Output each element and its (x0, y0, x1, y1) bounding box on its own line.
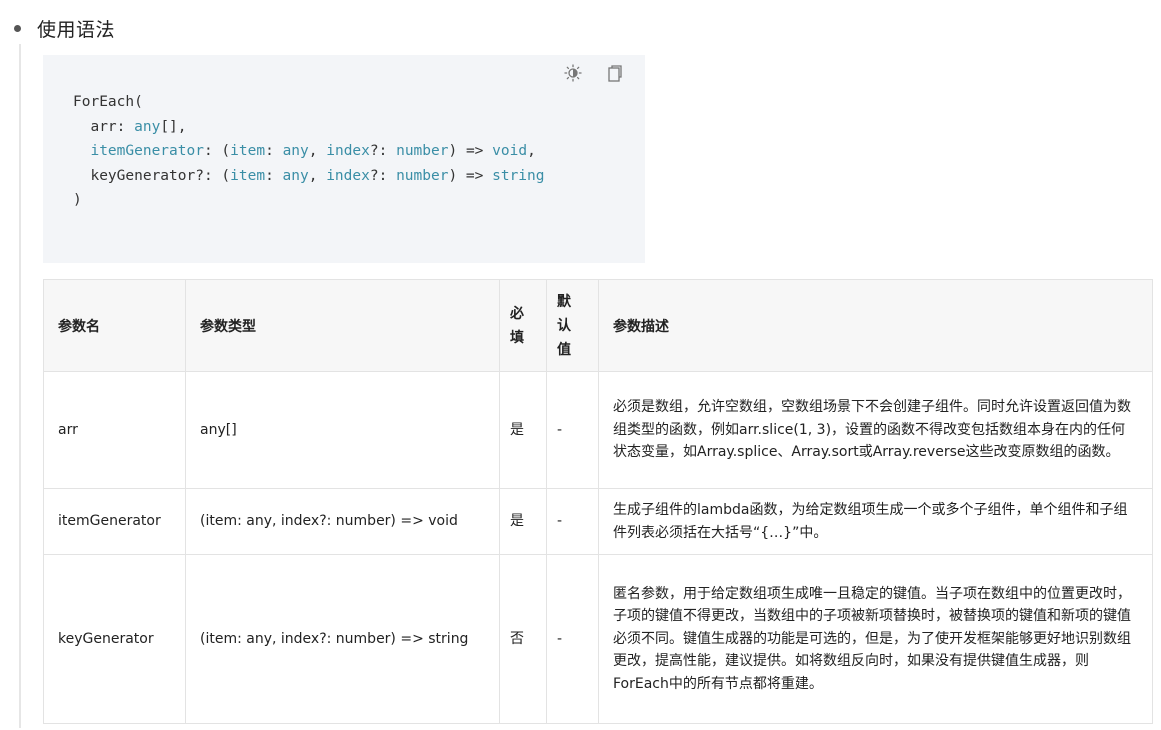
code-token-keyword: any (282, 167, 309, 184)
code-token: , (308, 167, 327, 184)
parameter-table: 参数名 参数类型 必 填 默 认 值 参数描述 arr any[] 是 - 必须… (43, 279, 1153, 724)
cell-param-name: arr (43, 371, 186, 489)
code-token-keyword: any (134, 118, 161, 135)
header-required-char-1: 必 (510, 305, 524, 322)
code-token-keyword: number (396, 143, 449, 159)
header-description: 参数描述 (598, 279, 1153, 372)
code-line: keyGenerator?: (item: any, index?: numbe… (73, 167, 545, 184)
header-required-char-2: 填 (510, 329, 524, 346)
header-default-char-2: 认 (557, 317, 571, 334)
code-block: ForEach( arr: any[], itemGenerator: (ite… (43, 55, 645, 263)
cell-param-name: itemGenerator (43, 488, 186, 555)
code-token-keyword: index (326, 167, 370, 184)
bullet-dot-icon (14, 24, 21, 32)
code-token: : (265, 167, 283, 184)
code-token: arr: (73, 118, 135, 135)
table-row: keyGenerator (item: any, index?: number)… (43, 554, 1153, 724)
cell-param-name: keyGenerator (43, 554, 186, 724)
section-title: 使用语法 (37, 18, 116, 41)
cell-required: 是 (499, 488, 547, 555)
theme-toggle-icon[interactable] (563, 63, 583, 83)
section-bullet: 使用语法 (14, 12, 115, 44)
cell-default: - (546, 554, 599, 724)
cell-required: 是 (499, 371, 547, 489)
cell-param-type: (item: any, index?: number) => string (185, 554, 500, 724)
table-header-row: 参数名 参数类型 必 填 默 认 值 参数描述 (43, 279, 1153, 372)
table-row: arr any[] 是 - 必须是数组，允许空数组，空数组场景下不会创建子组件。… (43, 371, 1153, 489)
header-param-name: 参数名 (43, 279, 186, 372)
code-token: ?: (369, 143, 397, 159)
code-line: ) (73, 192, 82, 208)
cell-required: 否 (499, 554, 547, 724)
cell-description: 匿名参数，用于给定数组项生成唯一且稳定的键值。当子项在数组中的位置更改时，子项的… (598, 554, 1153, 724)
code-token: : ( (203, 143, 231, 159)
code-token-keyword: number (396, 167, 449, 184)
code-token: [], (160, 118, 187, 135)
header-default-char-1: 默 (557, 293, 571, 310)
code-token-keyword: index (326, 143, 370, 159)
code-token-keyword: string (492, 167, 545, 184)
code-token: ForEach( (73, 94, 143, 110)
code-token: ) (73, 192, 82, 208)
code-token: , (308, 143, 327, 159)
cell-description: 生成子组件的lambda函数，为给定数组项生成一个或多个子组件，单个组件和子组件… (598, 488, 1153, 555)
code-text: ForEach( arr: any[], itemGenerator: (ite… (73, 90, 545, 213)
code-token: keyGenerator?: ( (73, 167, 231, 184)
code-token-keyword: itemGenerator (90, 143, 204, 159)
copy-icon[interactable] (605, 63, 625, 83)
header-param-type: 参数类型 (185, 279, 500, 372)
code-line: arr: any[], (73, 118, 187, 135)
code-token: ) => (448, 167, 493, 184)
code-toolbar (563, 63, 625, 83)
cell-default: - (546, 371, 599, 489)
cell-default: - (546, 488, 599, 555)
code-token: ?: (369, 167, 397, 184)
header-default-char-3: 值 (557, 341, 571, 358)
code-token-keyword: any (282, 143, 309, 159)
code-token-keyword: void (492, 143, 528, 159)
table-row: itemGenerator (item: any, index?: number… (43, 488, 1153, 555)
code-token: , (527, 143, 536, 159)
code-line: itemGenerator: (item: any, index?: numbe… (73, 143, 536, 159)
header-required: 必 填 (499, 279, 547, 372)
code-line: ForEach( (73, 94, 143, 110)
code-token: ) => (448, 143, 493, 159)
code-token: : (265, 143, 283, 159)
header-default: 默 认 值 (546, 279, 599, 372)
code-token-keyword: item (230, 143, 266, 159)
code-token-keyword: item (230, 167, 266, 184)
cell-description: 必须是数组，允许空数组，空数组场景下不会创建子组件。同时允许设置返回值为数组类型… (598, 371, 1153, 489)
cell-param-type: (item: any, index?: number) => void (185, 488, 500, 555)
cell-param-type: any[] (185, 371, 500, 489)
list-indent-rule (19, 44, 21, 728)
